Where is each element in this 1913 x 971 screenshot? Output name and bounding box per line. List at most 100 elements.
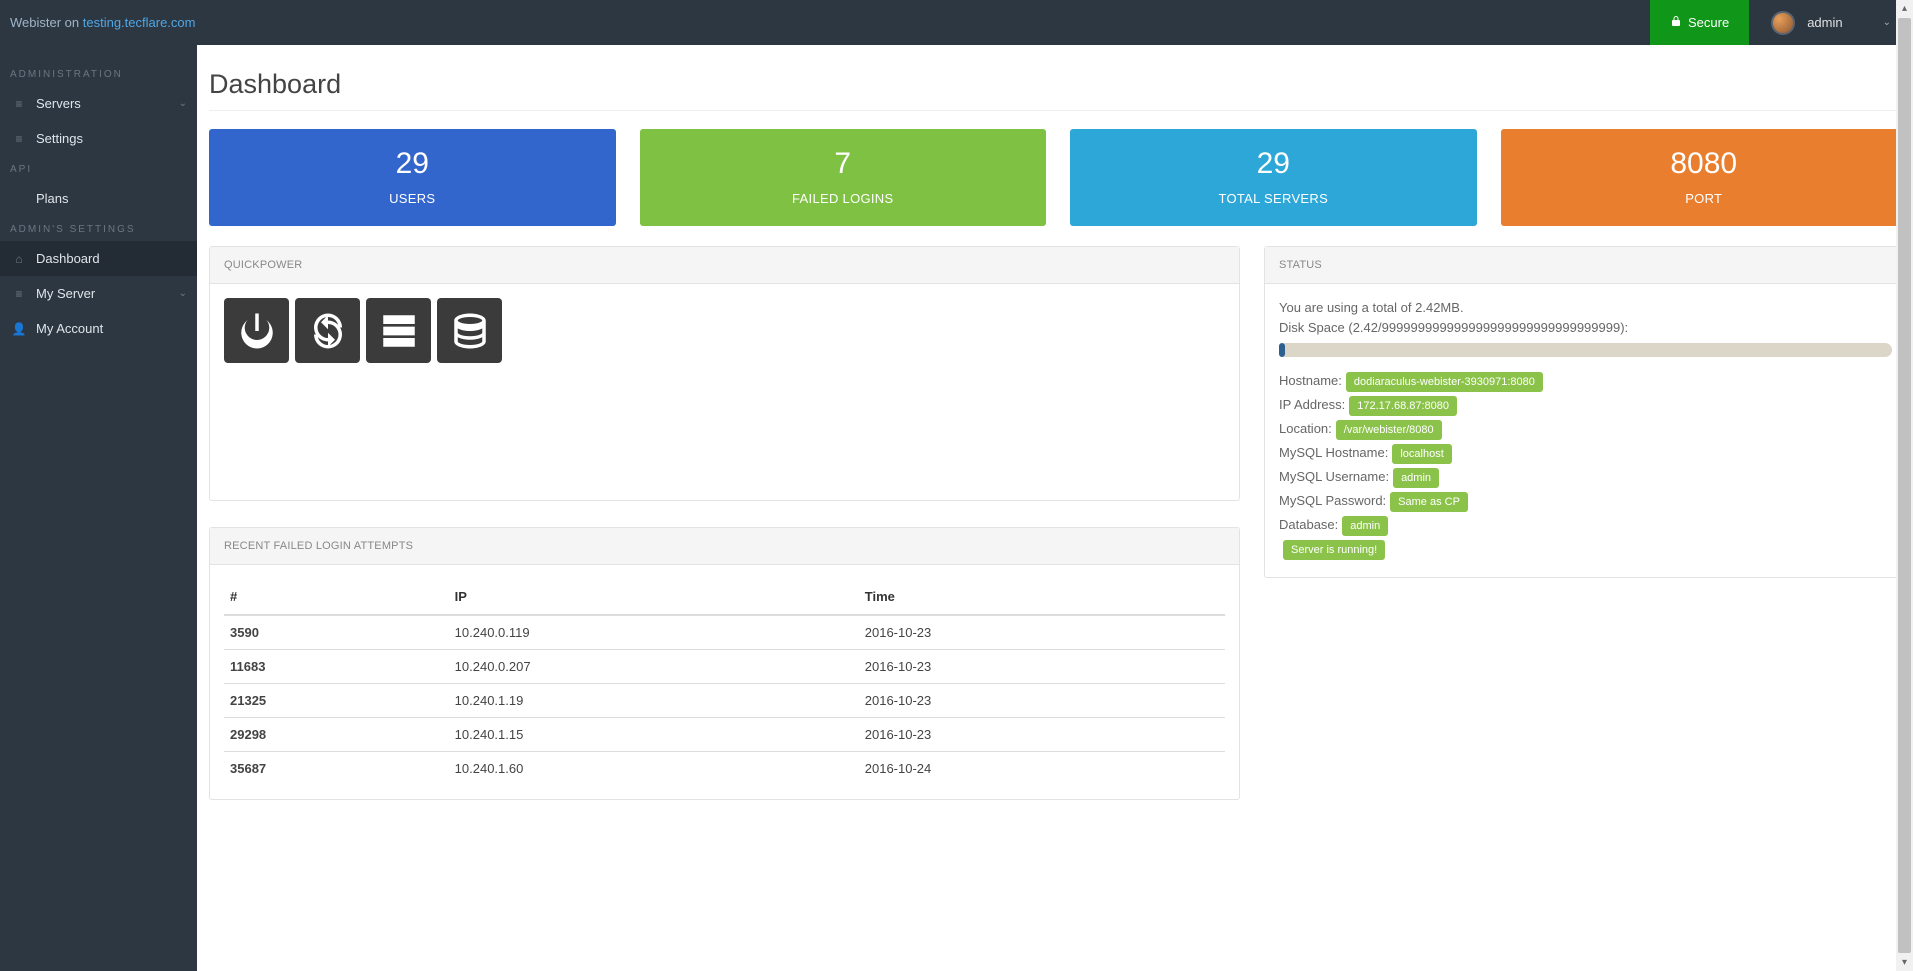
table-cell: 2016-10-23 (859, 615, 1225, 650)
status-mysqlpass: MySQL Password:Same as CP (1279, 491, 1892, 512)
failed-logins-table: #IPTime 359010.240.0.1192016-10-23116831… (224, 579, 1225, 785)
scrollbar[interactable]: ▴ ▾ (1896, 0, 1913, 971)
status-ip: IP Address:172.17.68.87:8080 (1279, 395, 1892, 416)
stat-label: USERS (219, 191, 606, 206)
user-label: admin (1807, 15, 1842, 30)
sidebar-item-label: Dashboard (36, 251, 100, 266)
location-badge: /var/webister/8080 (1336, 420, 1442, 440)
secure-label: Secure (1688, 15, 1729, 30)
page-title: Dashboard (209, 69, 1907, 100)
secure-button[interactable]: Secure (1650, 0, 1749, 45)
stat-value: 7 (650, 147, 1037, 181)
table-row: 1168310.240.0.2072016-10-23 (224, 650, 1225, 684)
table-cell: 10.240.0.207 (449, 650, 859, 684)
stat-label: PORT (1511, 191, 1898, 206)
sidebar-item-label: My Server (36, 286, 95, 301)
running-badge: Server is running! (1283, 540, 1385, 560)
status-location: Location:/var/webister/8080 (1279, 419, 1892, 440)
stat-value: 29 (1080, 147, 1467, 181)
table-cell: 3590 (224, 615, 449, 650)
divider (209, 110, 1907, 111)
list-icon: ≡ (10, 287, 28, 301)
sidebar-item-plans[interactable]: Plans (0, 181, 197, 216)
sidebar-item-label: Settings (36, 131, 83, 146)
stat-card-port[interactable]: 8080 PORT (1501, 129, 1908, 226)
stat-card-total-servers[interactable]: 29TOTAL SERVERS (1070, 129, 1477, 226)
chevron-down-icon: ⌄ (179, 288, 187, 299)
db-badge: admin (1342, 516, 1388, 536)
table-row: 359010.240.0.1192016-10-23 (224, 615, 1225, 650)
server-button[interactable] (366, 298, 431, 363)
sidebar-item-dashboard[interactable]: ⌂ Dashboard (0, 241, 197, 276)
list-icon: ⌂ (10, 252, 28, 266)
brand: Webister on testing.tecflare.com (10, 15, 195, 30)
status-hostname: Hostname:dodiaraculus-webister-3930971:8… (1279, 371, 1892, 392)
sidebar-item-servers[interactable]: ≡ Servers ⌄ (0, 86, 197, 121)
sidebar-section-title: API (0, 156, 197, 181)
failed-logins-panel: RECENT FAILED LOGIN ATTEMPTS #IPTime 359… (209, 527, 1240, 800)
table-cell: 10.240.0.119 (449, 615, 859, 650)
power-button[interactable] (224, 298, 289, 363)
mysqlpass-badge: Same as CP (1390, 492, 1468, 512)
stat-value: 8080 (1511, 147, 1898, 181)
table-header: IP (449, 579, 859, 615)
table-header: # (224, 579, 449, 615)
mysqlhost-badge: localhost (1392, 444, 1451, 464)
restart-button[interactable] (295, 298, 360, 363)
status-usage: You are using a total of 2.42MB. (1279, 298, 1892, 318)
table-cell: 2016-10-24 (859, 752, 1225, 786)
sidebar-section-title: ADMINISTRATION (0, 61, 197, 86)
table-cell: 29298 (224, 718, 449, 752)
database-button[interactable] (437, 298, 502, 363)
lock-icon (1670, 15, 1682, 30)
table-cell: 21325 (224, 684, 449, 718)
main: Dashboard 29 USERS 7 FAILED LOGINS 29TOTAL S… (197, 45, 1913, 971)
table-row: 2132510.240.1.192016-10-23 (224, 684, 1225, 718)
table-row: 2929810.240.1.152016-10-23 (224, 718, 1225, 752)
mysqluser-badge: admin (1393, 468, 1439, 488)
status-running: Server is running! (1279, 539, 1892, 560)
table-cell: 11683 (224, 650, 449, 684)
scrollbar-thumb[interactable] (1898, 18, 1911, 953)
stat-card-users[interactable]: 29 USERS (209, 129, 616, 226)
user-menu-button[interactable]: admin ⌄ (1749, 0, 1913, 45)
brand-host-link[interactable]: testing.tecflare.com (83, 15, 196, 30)
sidebar-item-label: Servers (36, 96, 81, 111)
quickpower-title: QUICKPOWER (210, 247, 1239, 284)
stat-card-failed-logins[interactable]: 7 FAILED LOGINS (640, 129, 1047, 226)
sidebar-item-label: Plans (36, 191, 69, 206)
stat-label: FAILED LOGINS (650, 191, 1037, 206)
table-cell: 2016-10-23 (859, 718, 1225, 752)
table-cell: 2016-10-23 (859, 650, 1225, 684)
sidebar-item-my-account[interactable]: 👤 My Account (0, 311, 197, 346)
table-row: 3568710.240.1.602016-10-24 (224, 752, 1225, 786)
status-mysqluser: MySQL Username:admin (1279, 467, 1892, 488)
scrollbar-down-arrow[interactable]: ▾ (1896, 954, 1913, 971)
quickpower-panel: QUICKPOWER (209, 246, 1240, 501)
status-panel: STATUS You are using a total of 2.42MB. … (1264, 246, 1907, 578)
scrollbar-up-arrow[interactable]: ▴ (1896, 0, 1913, 17)
sidebar-item-my-server[interactable]: ≡ My Server ⌄ (0, 276, 197, 311)
list-icon: ≡ (10, 132, 28, 146)
diskspace-progress (1279, 343, 1892, 357)
list-icon: 👤 (10, 322, 28, 336)
failed-logins-title: RECENT FAILED LOGIN ATTEMPTS (210, 528, 1239, 565)
table-cell: 10.240.1.15 (449, 718, 859, 752)
sidebar-section-title: ADMIN'S SETTINGS (0, 216, 197, 241)
table-cell: 10.240.1.19 (449, 684, 859, 718)
table-cell: 35687 (224, 752, 449, 786)
stat-value: 29 (219, 147, 606, 181)
status-db: Database:admin (1279, 515, 1892, 536)
stat-cards: 29USERS7FAILED LOGINS29TOTAL SERVERS8080… (209, 129, 1907, 226)
table-cell: 10.240.1.60 (449, 752, 859, 786)
chevron-down-icon: ⌄ (179, 98, 187, 109)
list-icon: ≡ (10, 97, 28, 111)
brand-prefix: Webister on (10, 15, 83, 30)
topbar: Webister on testing.tecflare.com Secure … (0, 0, 1913, 45)
diskspace-bar (1279, 343, 1285, 357)
sidebar-item-settings[interactable]: ≡ Settings (0, 121, 197, 156)
sidebar-item-label: My Account (36, 321, 103, 336)
status-diskspace-label: Disk Space (2.42/99999999999999999999999… (1279, 318, 1892, 338)
chevron-down-icon: ⌄ (1883, 17, 1891, 28)
sidebar: ADMINISTRATION ≡ Servers ⌄ ≡ Settings API Plans… (0, 45, 197, 971)
